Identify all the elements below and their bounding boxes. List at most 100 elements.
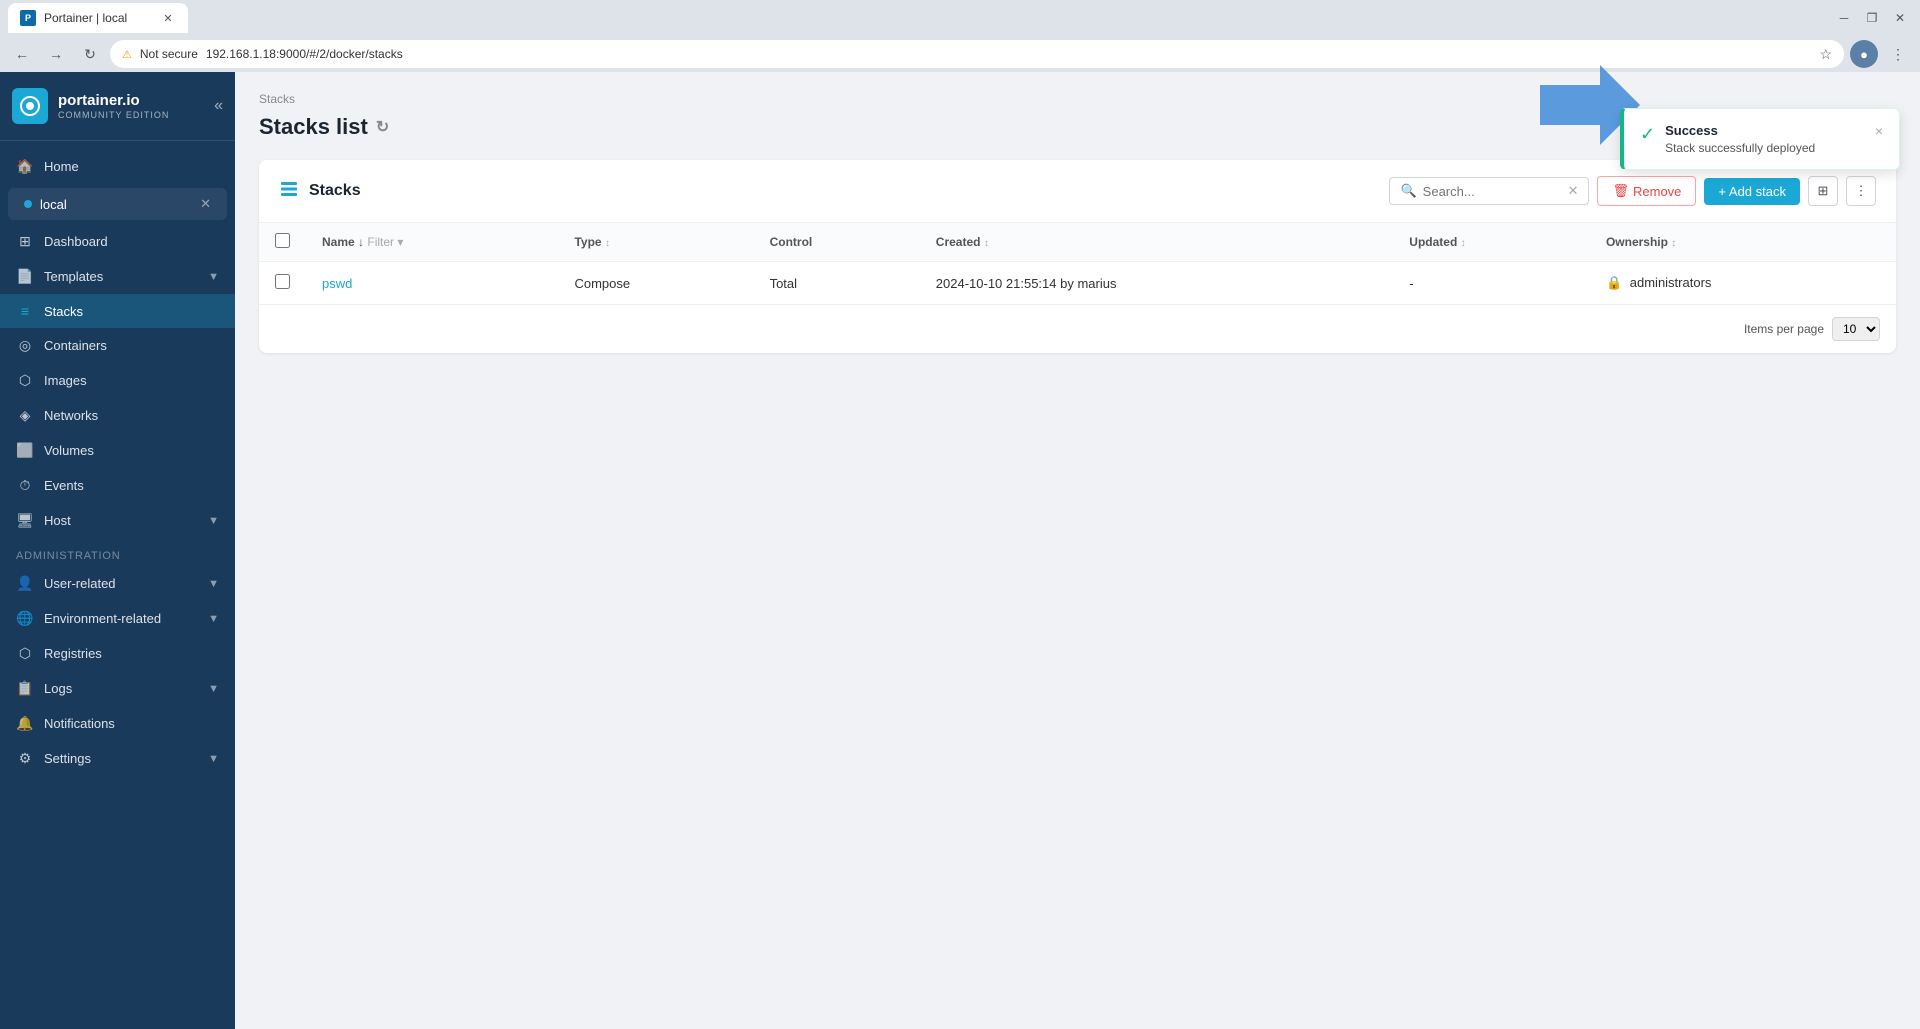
row-created-cell: 2024-10-10 21:55:14 by marius [920,262,1394,305]
pagination-area: Items per page 10 25 50 [259,304,1896,353]
main-area: Stacks Stacks list ↻ [235,72,1920,1029]
updated-sort-icon: ↕ [1461,238,1466,249]
settings-label: Settings [44,751,91,766]
items-per-page-select[interactable]: 10 25 50 [1832,317,1880,341]
row-checkbox[interactable] [275,274,290,289]
sidebar-item-logs[interactable]: 📋 Logs ▼ [0,671,235,706]
stack-name-link[interactable]: pswd [322,276,352,291]
toast-success-icon: ✓ [1640,124,1655,145]
host-icon: 🖥 [16,512,34,529]
address-bar[interactable]: ⚠ Not secure 192.168.1.18:9000/#/2/docke… [110,40,1844,68]
sidebar-item-settings[interactable]: ⚙ Settings ▼ [0,741,235,776]
browser-toolbar: ← → ↻ ⚠ Not secure 192.168.1.18:9000/#/2… [0,36,1920,72]
templates-icon: 📄 [16,268,34,285]
type-sort-icon: ↕ [605,238,610,249]
add-stack-button[interactable]: + Add stack [1704,178,1800,205]
host-label: Host [44,513,71,528]
panel-title-text: Stacks [309,182,361,200]
environment-related-label: Environment-related [44,611,161,626]
sidebar-item-containers[interactable]: ◎ Containers [0,328,235,363]
sidebar-item-home[interactable]: 🏠 Home [0,149,235,184]
templates-label: Templates [44,269,103,284]
search-clear-button[interactable]: ✕ [1568,183,1579,199]
dashboard-label: Dashboard [44,234,108,249]
sidebar-item-networks[interactable]: ◈ Networks [0,398,235,433]
breadcrumb: Stacks [259,92,1896,106]
control-column-header[interactable]: Control [754,223,920,262]
env-status-dot [24,200,32,208]
sidebar-collapse-button[interactable]: « [214,97,223,115]
sidebar-item-user-related[interactable]: 👤 User-related ▼ [0,566,235,601]
env-badge[interactable]: local ✕ [8,188,227,220]
sidebar-item-notifications[interactable]: 🔔 Notifications [0,706,235,741]
settings-arrow-icon: ▼ [208,753,219,765]
sidebar-item-host[interactable]: 🖥 Host ▼ [0,503,235,538]
registries-icon: ⬡ [16,645,34,662]
select-all-checkbox[interactable] [275,233,290,248]
refresh-button[interactable]: ↻ [376,117,389,137]
panel-actions: 🔍 ✕ 🗑 Remove + Add stack ⊞ ⋮ [1389,176,1876,206]
images-label: Images [44,373,87,388]
sidebar-item-volumes[interactable]: ⬜ Volumes [0,433,235,468]
select-all-header [259,223,306,262]
bookmark-icon[interactable]: ☆ [1819,46,1832,63]
updated-column-header[interactable]: Updated ↕ [1393,223,1590,262]
menu-button[interactable]: ⋮ [1884,40,1912,68]
table-header-row: Name ↓ Filter ▾ Type ↕ Control Created ↕ [259,223,1896,262]
toast-close-button[interactable]: × [1875,123,1883,139]
sidebar-item-stacks[interactable]: ≡ Stacks [0,294,235,328]
stacks-label: Stacks [44,304,83,319]
networks-icon: ◈ [16,407,34,424]
close-button[interactable]: ✕ [1888,6,1912,30]
containers-label: Containers [44,338,107,353]
row-type-cell: Compose [558,262,753,305]
search-input[interactable] [1423,184,1562,199]
type-column-header[interactable]: Type ↕ [558,223,753,262]
favicon: P [20,10,36,26]
networks-label: Networks [44,408,98,423]
stacks-panel: Stacks 🔍 ✕ 🗑 Remove + Add [259,160,1896,353]
user-related-arrow-icon: ▼ [208,578,219,590]
remove-button[interactable]: 🗑 Remove [1597,176,1696,206]
panel-title-area: Stacks [279,179,361,204]
back-button[interactable]: ← [8,40,36,68]
restore-button[interactable]: ❐ [1860,6,1884,30]
name-column-header[interactable]: Name ↓ Filter ▾ [306,223,558,262]
volumes-label: Volumes [44,443,94,458]
sidebar-item-dashboard[interactable]: ⊞ Dashboard [0,224,235,259]
not-secure-label: Not secure [140,47,198,61]
column-toggle-button[interactable]: ⊞ [1808,176,1838,206]
forward-button[interactable]: → [42,40,70,68]
remove-icon: 🗑 [1612,183,1629,199]
sidebar-item-events[interactable]: ⏱ Events [0,468,235,503]
environment-related-arrow-icon: ▼ [208,613,219,625]
toast-message: Stack successfully deployed [1665,141,1865,155]
events-icon: ⏱ [16,477,34,494]
sidebar-item-images[interactable]: ⬡ Images [0,363,235,398]
minimize-button[interactable]: ─ [1832,6,1856,30]
created-column-header[interactable]: Created ↕ [920,223,1394,262]
url-text: 192.168.1.18:9000/#/2/docker/stacks [206,47,403,61]
more-options-button[interactable]: ⋮ [1846,176,1876,206]
containers-icon: ◎ [16,337,34,354]
sidebar-item-registries[interactable]: ⬡ Registries [0,636,235,671]
ownership-value: administrators [1630,275,1712,290]
admin-section-label: Administration [0,538,235,566]
refresh-button[interactable]: ↻ [76,40,104,68]
home-label: Home [44,159,79,174]
remove-label: Remove [1633,184,1681,199]
notifications-label: Notifications [44,716,115,731]
browser-titlebar: P Portainer | local ✕ ─ ❐ ✕ [0,0,1920,36]
profile-button[interactable]: ● [1850,40,1878,68]
env-close-button[interactable]: ✕ [200,196,211,212]
tab-close-button[interactable]: ✕ [160,10,176,26]
name-filter-button[interactable]: Filter ▾ [367,235,403,249]
registries-label: Registries [44,646,102,661]
search-box[interactable]: 🔍 ✕ [1389,177,1589,205]
logo-icon [12,88,48,124]
ownership-column-header[interactable]: Ownership ↕ [1590,223,1896,262]
sidebar-item-templates[interactable]: 📄 Templates ▼ [0,259,235,294]
sidebar-item-environment-related[interactable]: 🌐 Environment-related ▼ [0,601,235,636]
row-updated-cell: - [1393,262,1590,305]
browser-tab[interactable]: P Portainer | local ✕ [8,3,188,33]
